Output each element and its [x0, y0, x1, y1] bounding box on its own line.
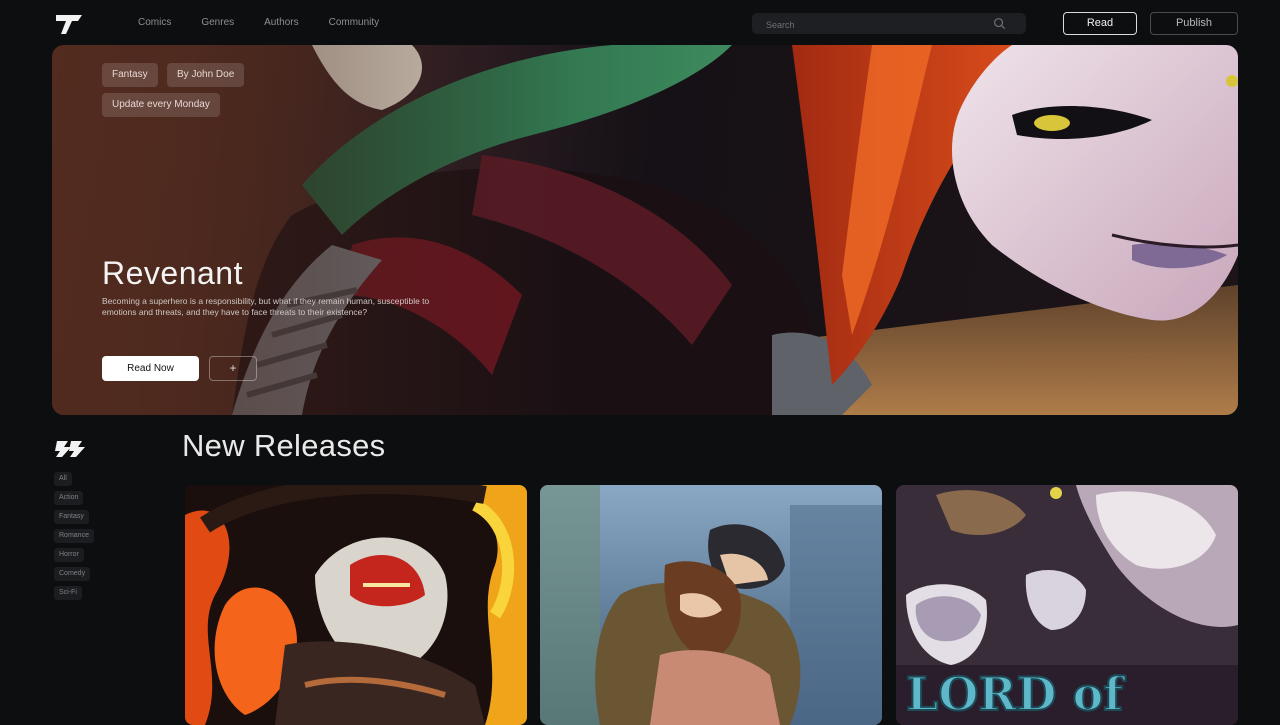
- nav-genres[interactable]: Genres: [201, 17, 234, 28]
- read-now-button[interactable]: Read Now: [102, 356, 199, 381]
- hero-description: Becoming a superhero is a responsibility…: [102, 296, 430, 317]
- secondary-logo-icon: [55, 441, 85, 457]
- filter-horror[interactable]: Horror: [54, 548, 84, 562]
- hero-tag-genre[interactable]: Fantasy: [102, 63, 158, 87]
- hero-tag-author[interactable]: By John Doe: [167, 63, 245, 87]
- filter-all[interactable]: All: [54, 472, 72, 486]
- hero-title: Revenant: [102, 255, 243, 291]
- top-bar: Comics Genres Authors Community Read Pub…: [0, 0, 1280, 46]
- nav-community[interactable]: Community: [329, 17, 380, 28]
- filter-fantasy[interactable]: Fantasy: [54, 510, 89, 524]
- hero-tag-schedule: Update every Monday: [102, 93, 220, 117]
- genre-filter-list: All Action Fantasy Romance Horror Comedy…: [54, 472, 94, 605]
- filter-comedy[interactable]: Comedy: [54, 567, 91, 581]
- add-to-library-button[interactable]: +: [209, 356, 257, 381]
- read-button[interactable]: Read: [1063, 12, 1137, 35]
- filter-scifi[interactable]: Sci-Fi: [54, 586, 82, 600]
- nav-comics[interactable]: Comics: [138, 17, 171, 28]
- search-box: [752, 13, 1026, 34]
- release-card-2[interactable]: [540, 485, 882, 725]
- new-releases-title: New Releases: [182, 428, 386, 463]
- release-card-1[interactable]: [185, 485, 527, 725]
- release-cover-1: [185, 485, 527, 725]
- nav-authors[interactable]: Authors: [264, 17, 298, 28]
- lord-of-title-text: LORD of: [906, 667, 1126, 721]
- publish-button[interactable]: Publish: [1150, 12, 1238, 35]
- release-card-3[interactable]: LORD of: [896, 485, 1238, 725]
- release-cover-3: LORD of: [896, 485, 1238, 725]
- search-icon[interactable]: [993, 17, 1006, 30]
- search-input[interactable]: [764, 16, 978, 33]
- main-nav: Comics Genres Authors Community: [138, 17, 379, 28]
- release-cover-2: [540, 485, 882, 725]
- brand-logo-icon[interactable]: [54, 12, 84, 36]
- filter-action[interactable]: Action: [54, 491, 84, 505]
- hero-banner: Fantasy By John Doe Update every Monday …: [52, 45, 1238, 415]
- filter-romance[interactable]: Romance: [54, 529, 94, 543]
